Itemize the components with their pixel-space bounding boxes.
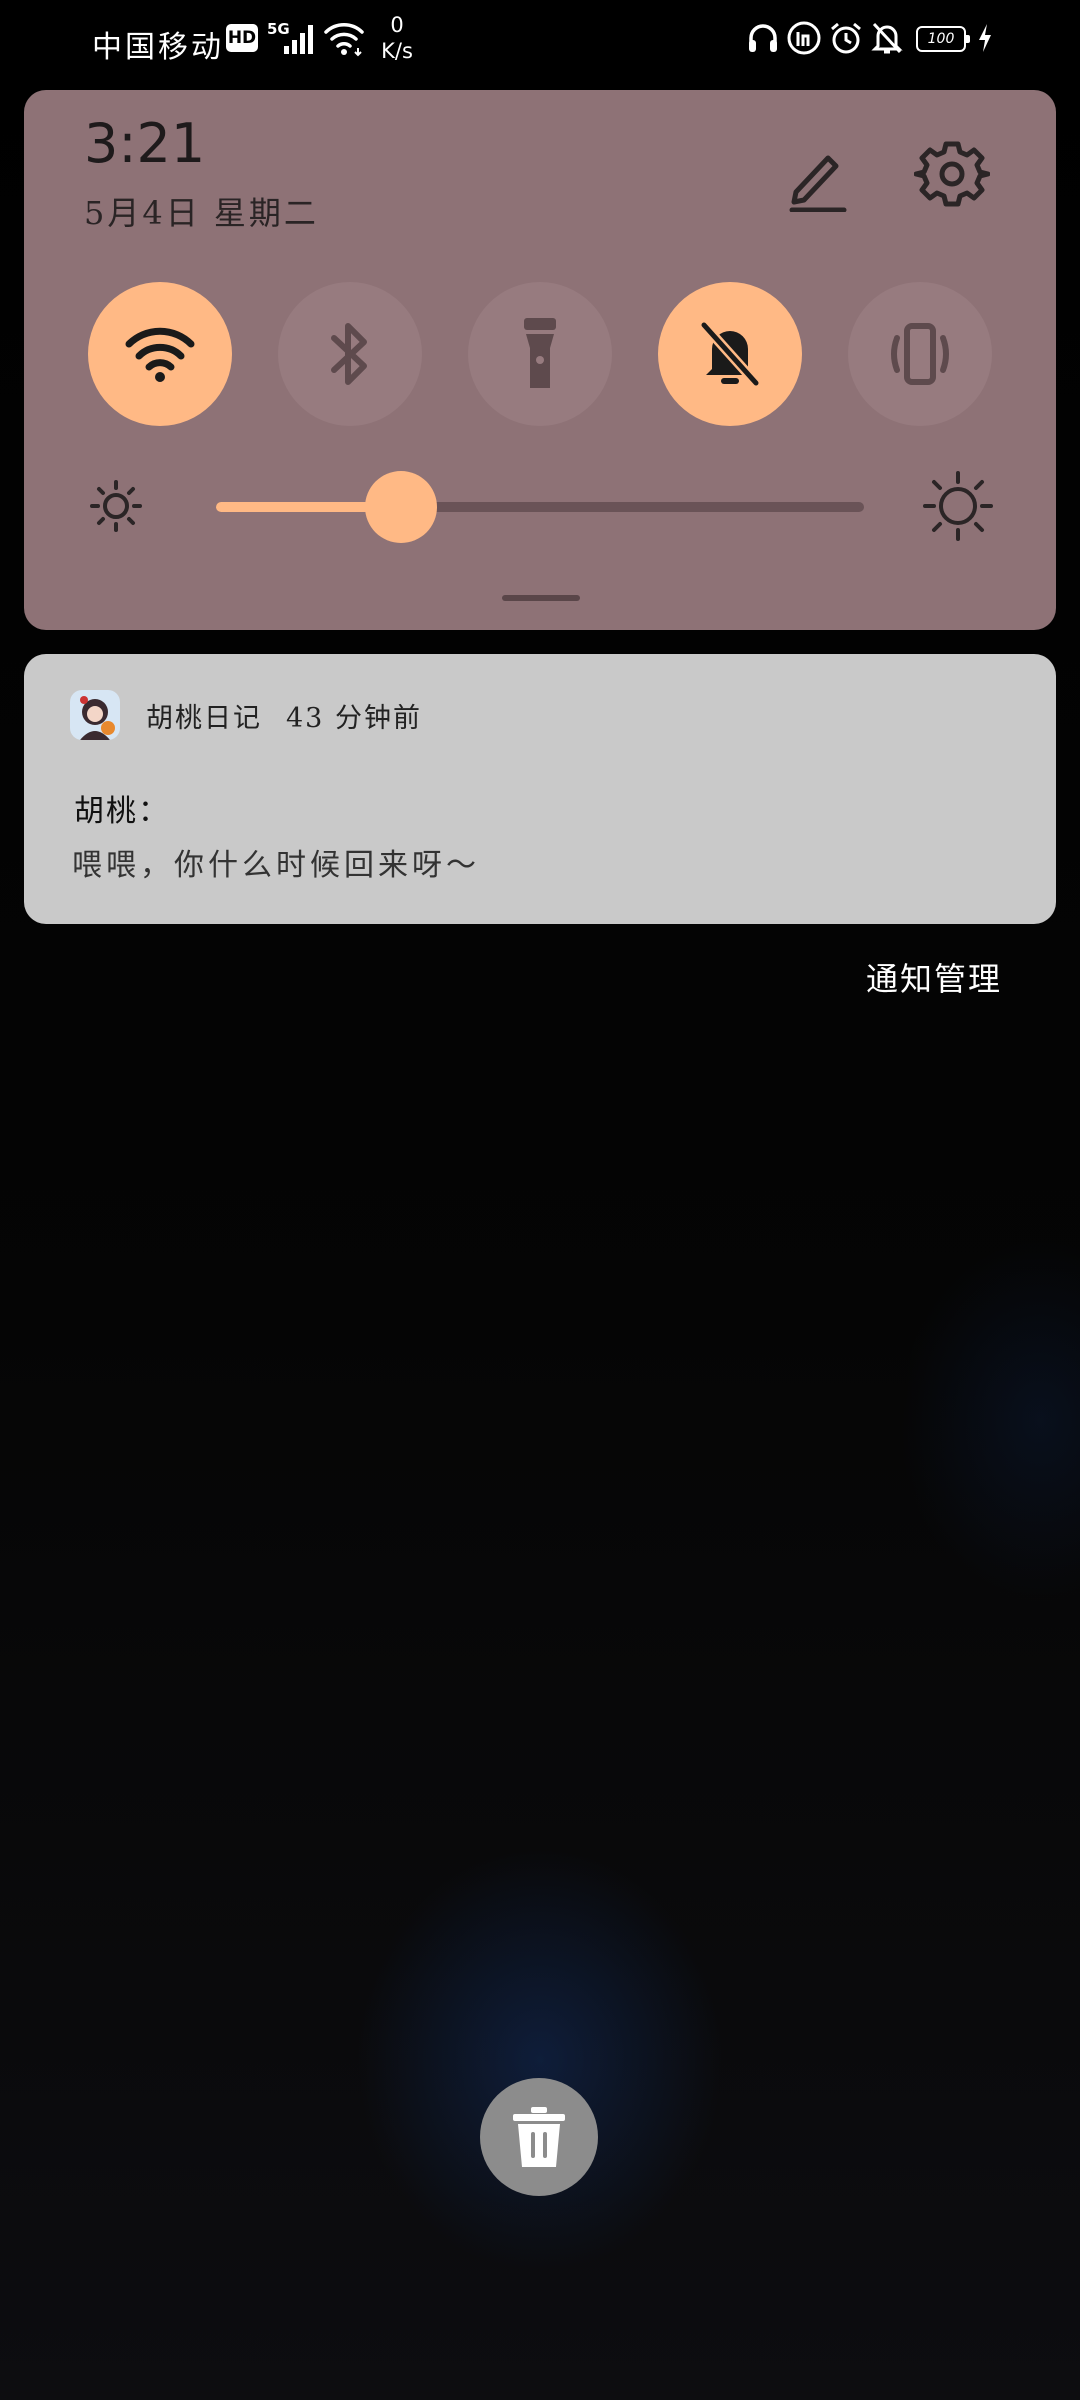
brightness-slider-thumb[interactable] (364, 471, 437, 543)
net-speed-value: 0 (390, 13, 404, 37)
edit-icon[interactable] (782, 140, 854, 212)
charging-icon (979, 24, 991, 52)
clock-date[interactable]: 5月4日 星期二 (84, 188, 319, 234)
clock-time[interactable]: 3:21 (84, 112, 205, 175)
brightness-low-icon (90, 480, 142, 532)
brightness-high-icon (923, 471, 993, 541)
flashlight-toggle[interactable] (468, 282, 612, 426)
status-bar: 中国移动 HD 5G 0 K/s 100 (0, 0, 1080, 80)
alarm-icon (831, 22, 861, 54)
quick-settings-panel: 3:21 5月4日 星期二 (24, 90, 1056, 630)
settings-gear-icon[interactable] (914, 136, 990, 212)
net-speed-unit: K/s (381, 39, 413, 63)
speed-badge-icon (787, 21, 821, 55)
wifi-toggle[interactable] (88, 282, 232, 426)
notification-title: 胡桃： (74, 794, 170, 829)
panel-drag-handle[interactable] (502, 595, 580, 601)
bell-off-icon (700, 321, 760, 387)
notification-card[interactable]: 胡桃日记 43 分钟前 胡桃： 喂喂，你什么时候回来呀～ (24, 654, 1056, 924)
vibrate-toggle[interactable] (848, 282, 992, 426)
carrier-name: 中国移动 (92, 30, 224, 65)
brightness-slider[interactable] (216, 471, 864, 543)
battery-icon: 100 (916, 26, 970, 52)
flashlight-icon (524, 318, 556, 388)
app-icon (70, 690, 120, 740)
net-speed: 0 K/s (372, 12, 422, 64)
notification-time: 43 分钟前 (286, 703, 422, 734)
clear-notifications-button[interactable] (480, 2078, 598, 2196)
wifi-status-icon (324, 23, 364, 57)
notification-body: 喂喂，你什么时候回来呀～ (72, 848, 480, 883)
wifi-icon (125, 327, 195, 382)
hd-badge: HD (226, 24, 258, 52)
notification-app-name: 胡桃日记 (146, 703, 262, 734)
notification-manage-link[interactable]: 通知管理 (866, 954, 1002, 1000)
silent-toggle[interactable] (658, 282, 802, 426)
signal-icon (284, 25, 313, 54)
trash-icon (513, 2107, 565, 2167)
bluetooth-toggle[interactable] (278, 282, 422, 426)
vibrate-icon (891, 323, 949, 385)
bell-off-icon (871, 22, 903, 54)
bluetooth-icon (331, 323, 367, 385)
headset-icon (749, 24, 777, 52)
